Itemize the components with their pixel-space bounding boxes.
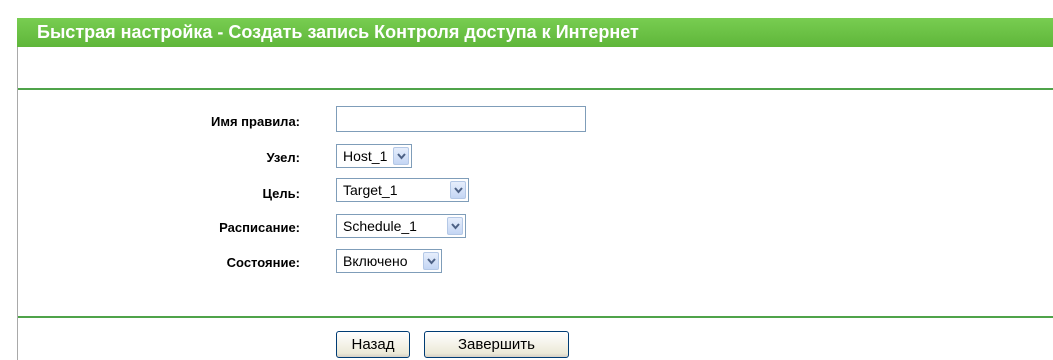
host-label: Узел: xyxy=(266,150,300,165)
schedule-select-value: Schedule_1 xyxy=(343,218,417,234)
schedule-label: Расписание: xyxy=(219,220,300,235)
schedule-select[interactable]: Schedule_1 xyxy=(336,214,466,238)
target-select-value: Target_1 xyxy=(343,182,398,198)
status-select[interactable]: Включено xyxy=(336,249,442,273)
page-title: Быстрая настройка - Создать запись Контр… xyxy=(17,18,1053,47)
host-select[interactable]: Host_1 xyxy=(336,144,412,168)
host-select-value: Host_1 xyxy=(343,148,388,164)
target-select[interactable]: Target_1 xyxy=(336,178,469,202)
back-button[interactable]: Назад xyxy=(336,331,410,358)
finish-button[interactable]: Завершить xyxy=(424,331,569,358)
rule-name-input[interactable] xyxy=(336,106,586,132)
chevron-down-icon[interactable] xyxy=(423,252,439,270)
chevron-down-icon[interactable] xyxy=(450,181,466,199)
chevron-down-icon[interactable] xyxy=(393,147,409,165)
divider-top xyxy=(18,88,1053,90)
divider-bottom xyxy=(18,316,1053,318)
chevron-down-icon[interactable] xyxy=(447,217,463,235)
rule-name-label: Имя правила: xyxy=(211,114,300,129)
status-select-value: Включено xyxy=(343,253,408,269)
status-label: Состояние: xyxy=(226,255,300,270)
target-label: Цель: xyxy=(262,186,300,201)
